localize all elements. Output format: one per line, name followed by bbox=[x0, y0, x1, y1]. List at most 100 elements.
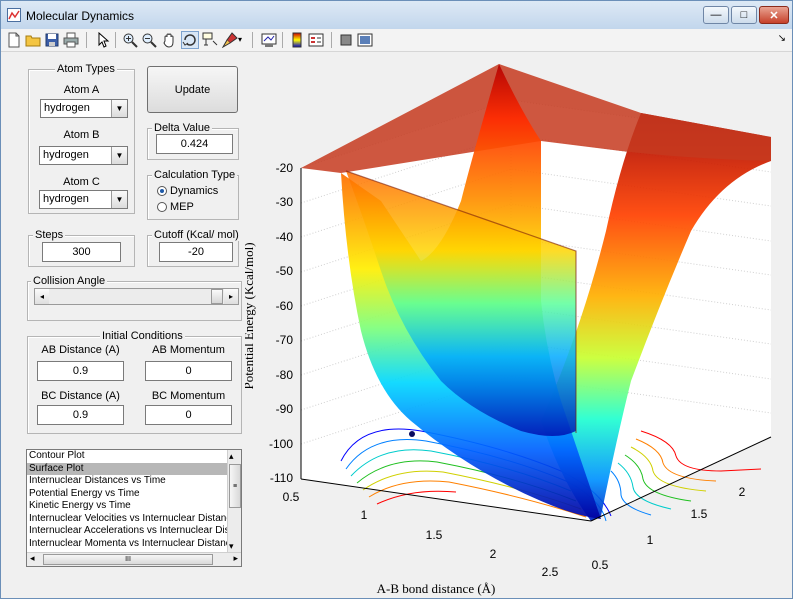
update-button[interactable]: Update bbox=[147, 66, 238, 113]
pan-icon[interactable] bbox=[161, 32, 177, 48]
cutoff-field[interactable]: -20 bbox=[159, 242, 233, 262]
atom-c-select[interactable]: hydrogen ▼ bbox=[39, 190, 128, 209]
dock-icon[interactable]: ↘ bbox=[778, 33, 786, 44]
z-tick: -30 bbox=[276, 195, 294, 209]
list-item[interactable]: Internuclear Momenta vs Internuclear Dis… bbox=[27, 538, 229, 551]
z-tick-labels: -20 -30 -40 -50 -60 -70 -80 -90 -100 -11… bbox=[269, 161, 293, 485]
atom-b-label: Atom B bbox=[63, 129, 100, 141]
ab-momentum-field[interactable]: 0 bbox=[145, 361, 232, 381]
list-item-selected[interactable]: Surface Plot bbox=[27, 462, 229, 475]
radio-selected-icon bbox=[157, 186, 167, 196]
scroll-left-icon[interactable]: ◂ bbox=[30, 553, 35, 564]
collision-angle-title: Collision Angle bbox=[31, 275, 108, 287]
x-tick: 2 bbox=[490, 547, 497, 561]
x-tick: 0.5 bbox=[283, 490, 300, 504]
hscroll-thumb[interactable]: III bbox=[43, 554, 213, 565]
app-window: Molecular Dynamics — □ ✕ ▾ ↘ Atom Types … bbox=[0, 0, 793, 599]
radio-mep-label: MEP bbox=[170, 201, 194, 213]
list-item[interactable]: Internuclear Distances vs Time bbox=[27, 475, 229, 488]
scroll-down-icon[interactable]: ▾ bbox=[229, 541, 234, 552]
maximize-button[interactable]: □ bbox=[731, 6, 757, 24]
bc-distance-field[interactable]: 0.9 bbox=[37, 405, 124, 425]
chevron-down-icon: ▼ bbox=[111, 147, 127, 164]
steps-field[interactable]: 300 bbox=[42, 242, 121, 262]
cutoff-title: Cutoff (Kcal/ mol) bbox=[152, 229, 241, 241]
list-item[interactable]: Internuclear Accelerations vs Internucle… bbox=[27, 525, 229, 538]
z-tick: -110 bbox=[270, 471, 293, 485]
pointer-icon[interactable] bbox=[95, 32, 111, 48]
collision-angle-slider[interactable]: ◂ ▸ bbox=[34, 288, 239, 305]
atom-a-value: hydrogen bbox=[44, 102, 90, 114]
y-tick: 2 bbox=[739, 485, 746, 499]
z-tick: -80 bbox=[276, 368, 294, 382]
scroll-right-icon[interactable]: ▸ bbox=[233, 553, 238, 564]
toolbar-separator bbox=[86, 32, 87, 48]
chevron-down-icon: ▼ bbox=[111, 100, 127, 117]
toolbar-separator bbox=[115, 32, 116, 48]
atom-c-label: Atom C bbox=[63, 176, 100, 188]
atom-c-value: hydrogen bbox=[43, 193, 89, 205]
list-vertical-scrollbar[interactable]: ▴ ≡ ▾ bbox=[227, 450, 241, 553]
open-folder-icon[interactable] bbox=[25, 32, 41, 48]
new-file-icon[interactable] bbox=[6, 32, 22, 48]
z-tick: -50 bbox=[276, 264, 294, 278]
scroll-up-icon[interactable]: ▴ bbox=[229, 451, 234, 462]
minimize-button[interactable]: — bbox=[703, 6, 729, 24]
x-tick: 1.5 bbox=[426, 528, 443, 542]
z-tick: -100 bbox=[269, 437, 293, 451]
list-item[interactable]: Contour Plot bbox=[27, 450, 229, 463]
print-icon[interactable] bbox=[63, 32, 79, 48]
calculation-type-panel: Calculation Type bbox=[147, 169, 239, 220]
ab-momentum-label: AB Momentum bbox=[152, 344, 225, 356]
colorbar-icon[interactable] bbox=[289, 32, 305, 48]
initial-conditions-title: Initial Conditions bbox=[100, 330, 185, 342]
zoom-out-icon[interactable] bbox=[141, 32, 157, 48]
z-tick: -20 bbox=[276, 161, 294, 175]
bc-momentum-field[interactable]: 0 bbox=[145, 405, 232, 425]
atom-b-select[interactable]: hydrogen ▼ bbox=[39, 146, 128, 165]
zoom-in-icon[interactable] bbox=[122, 32, 138, 48]
hide-plot-tools-icon[interactable] bbox=[338, 32, 354, 48]
brush-icon[interactable] bbox=[222, 32, 238, 48]
bc-distance-label: BC Distance (A) bbox=[41, 390, 120, 402]
radio-mep[interactable]: MEP bbox=[157, 201, 194, 213]
radio-unselected-icon bbox=[157, 202, 167, 212]
slider-thumb[interactable] bbox=[211, 289, 223, 304]
delta-value-title: Delta Value bbox=[152, 122, 213, 134]
save-icon[interactable] bbox=[44, 32, 60, 48]
list-item[interactable]: Potential Energy vs Time bbox=[27, 488, 229, 501]
radio-dynamics-label: Dynamics bbox=[170, 185, 219, 197]
steps-title: Steps bbox=[33, 229, 66, 241]
data-cursor-icon[interactable] bbox=[202, 32, 218, 48]
link-plot-icon[interactable] bbox=[261, 32, 277, 48]
close-button[interactable]: ✕ bbox=[759, 6, 789, 24]
y-tick: 0.5 bbox=[592, 558, 609, 572]
rotate-3d-icon[interactable] bbox=[181, 31, 199, 49]
toolbar-separator bbox=[331, 32, 332, 48]
radio-dynamics[interactable]: Dynamics bbox=[157, 185, 218, 197]
surface-plot[interactable]: -20 -30 -40 -50 -60 -70 -80 -90 -100 -11… bbox=[245, 53, 793, 599]
slider-right-arrow-icon[interactable]: ▸ bbox=[224, 289, 238, 304]
legend-icon[interactable] bbox=[308, 32, 324, 48]
z-tick: -60 bbox=[276, 299, 294, 313]
list-item[interactable]: Internuclear Velocities vs Internuclear … bbox=[27, 513, 229, 526]
delta-value-field[interactable]: 0.424 bbox=[156, 134, 233, 154]
list-item[interactable]: Kinetic Energy vs Time bbox=[27, 500, 229, 513]
x-tick: 1 bbox=[361, 508, 368, 522]
calculation-type-title: Calculation Type bbox=[152, 169, 238, 181]
trajectory-point bbox=[409, 431, 415, 437]
atom-a-select[interactable]: hydrogen ▼ bbox=[40, 99, 128, 118]
scroll-thumb[interactable]: ≡ bbox=[229, 464, 241, 508]
atom-b-value: hydrogen bbox=[43, 149, 89, 161]
ab-distance-field[interactable]: 0.9 bbox=[37, 361, 124, 381]
plot-type-list[interactable]: Contour Plot Surface Plot Internuclear D… bbox=[26, 449, 242, 567]
slider-left-arrow-icon[interactable]: ◂ bbox=[35, 289, 49, 304]
ab-distance-label: AB Distance (A) bbox=[41, 344, 120, 356]
title-bar[interactable]: Molecular Dynamics — □ ✕ bbox=[1, 1, 792, 30]
x-axis-label: A-B bond distance (Å) bbox=[377, 581, 496, 596]
z-tick: -40 bbox=[276, 230, 294, 244]
list-horizontal-scrollbar[interactable]: ◂ III ▸ bbox=[27, 552, 241, 566]
show-plot-tools-icon[interactable] bbox=[357, 32, 373, 48]
atom-types-title: Atom Types bbox=[55, 63, 117, 75]
z-tick: -70 bbox=[276, 333, 294, 347]
